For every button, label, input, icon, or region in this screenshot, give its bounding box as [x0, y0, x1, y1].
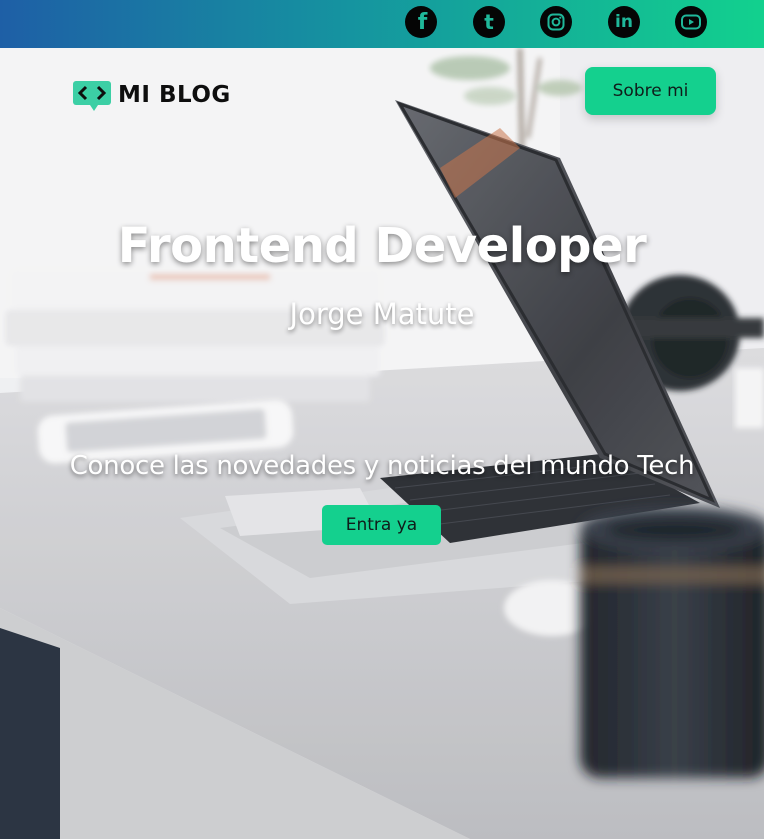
enter-button[interactable]: Entra ya	[322, 505, 441, 545]
code-brackets-icon	[73, 81, 111, 111]
instagram-glyph	[547, 13, 565, 31]
tumblr-glyph: t	[484, 10, 494, 34]
facebook-glyph: f	[417, 9, 428, 35]
linkedin-icon[interactable]: in	[608, 6, 640, 38]
tumblr-icon[interactable]: t	[473, 6, 505, 38]
youtube-icon[interactable]	[675, 6, 707, 38]
youtube-glyph	[681, 14, 701, 30]
hero-tagline: Conoce las novedades y noticias del mund…	[69, 451, 695, 481]
about-button[interactable]: Sobre mi	[585, 67, 716, 115]
instagram-icon[interactable]	[540, 6, 572, 38]
hero-background	[0, 48, 764, 839]
logo-text: MI BLOG	[118, 82, 231, 108]
linkedin-glyph: in	[615, 12, 633, 32]
social-bar: f t in	[0, 0, 764, 48]
facebook-icon[interactable]: f	[405, 6, 437, 38]
desk-laptop-illustration	[0, 48, 764, 839]
site-logo[interactable]: MI BLOG	[72, 79, 231, 111]
hero-headline: Frontend Developer	[117, 218, 647, 274]
author-name: Jorge Matute	[289, 297, 475, 331]
